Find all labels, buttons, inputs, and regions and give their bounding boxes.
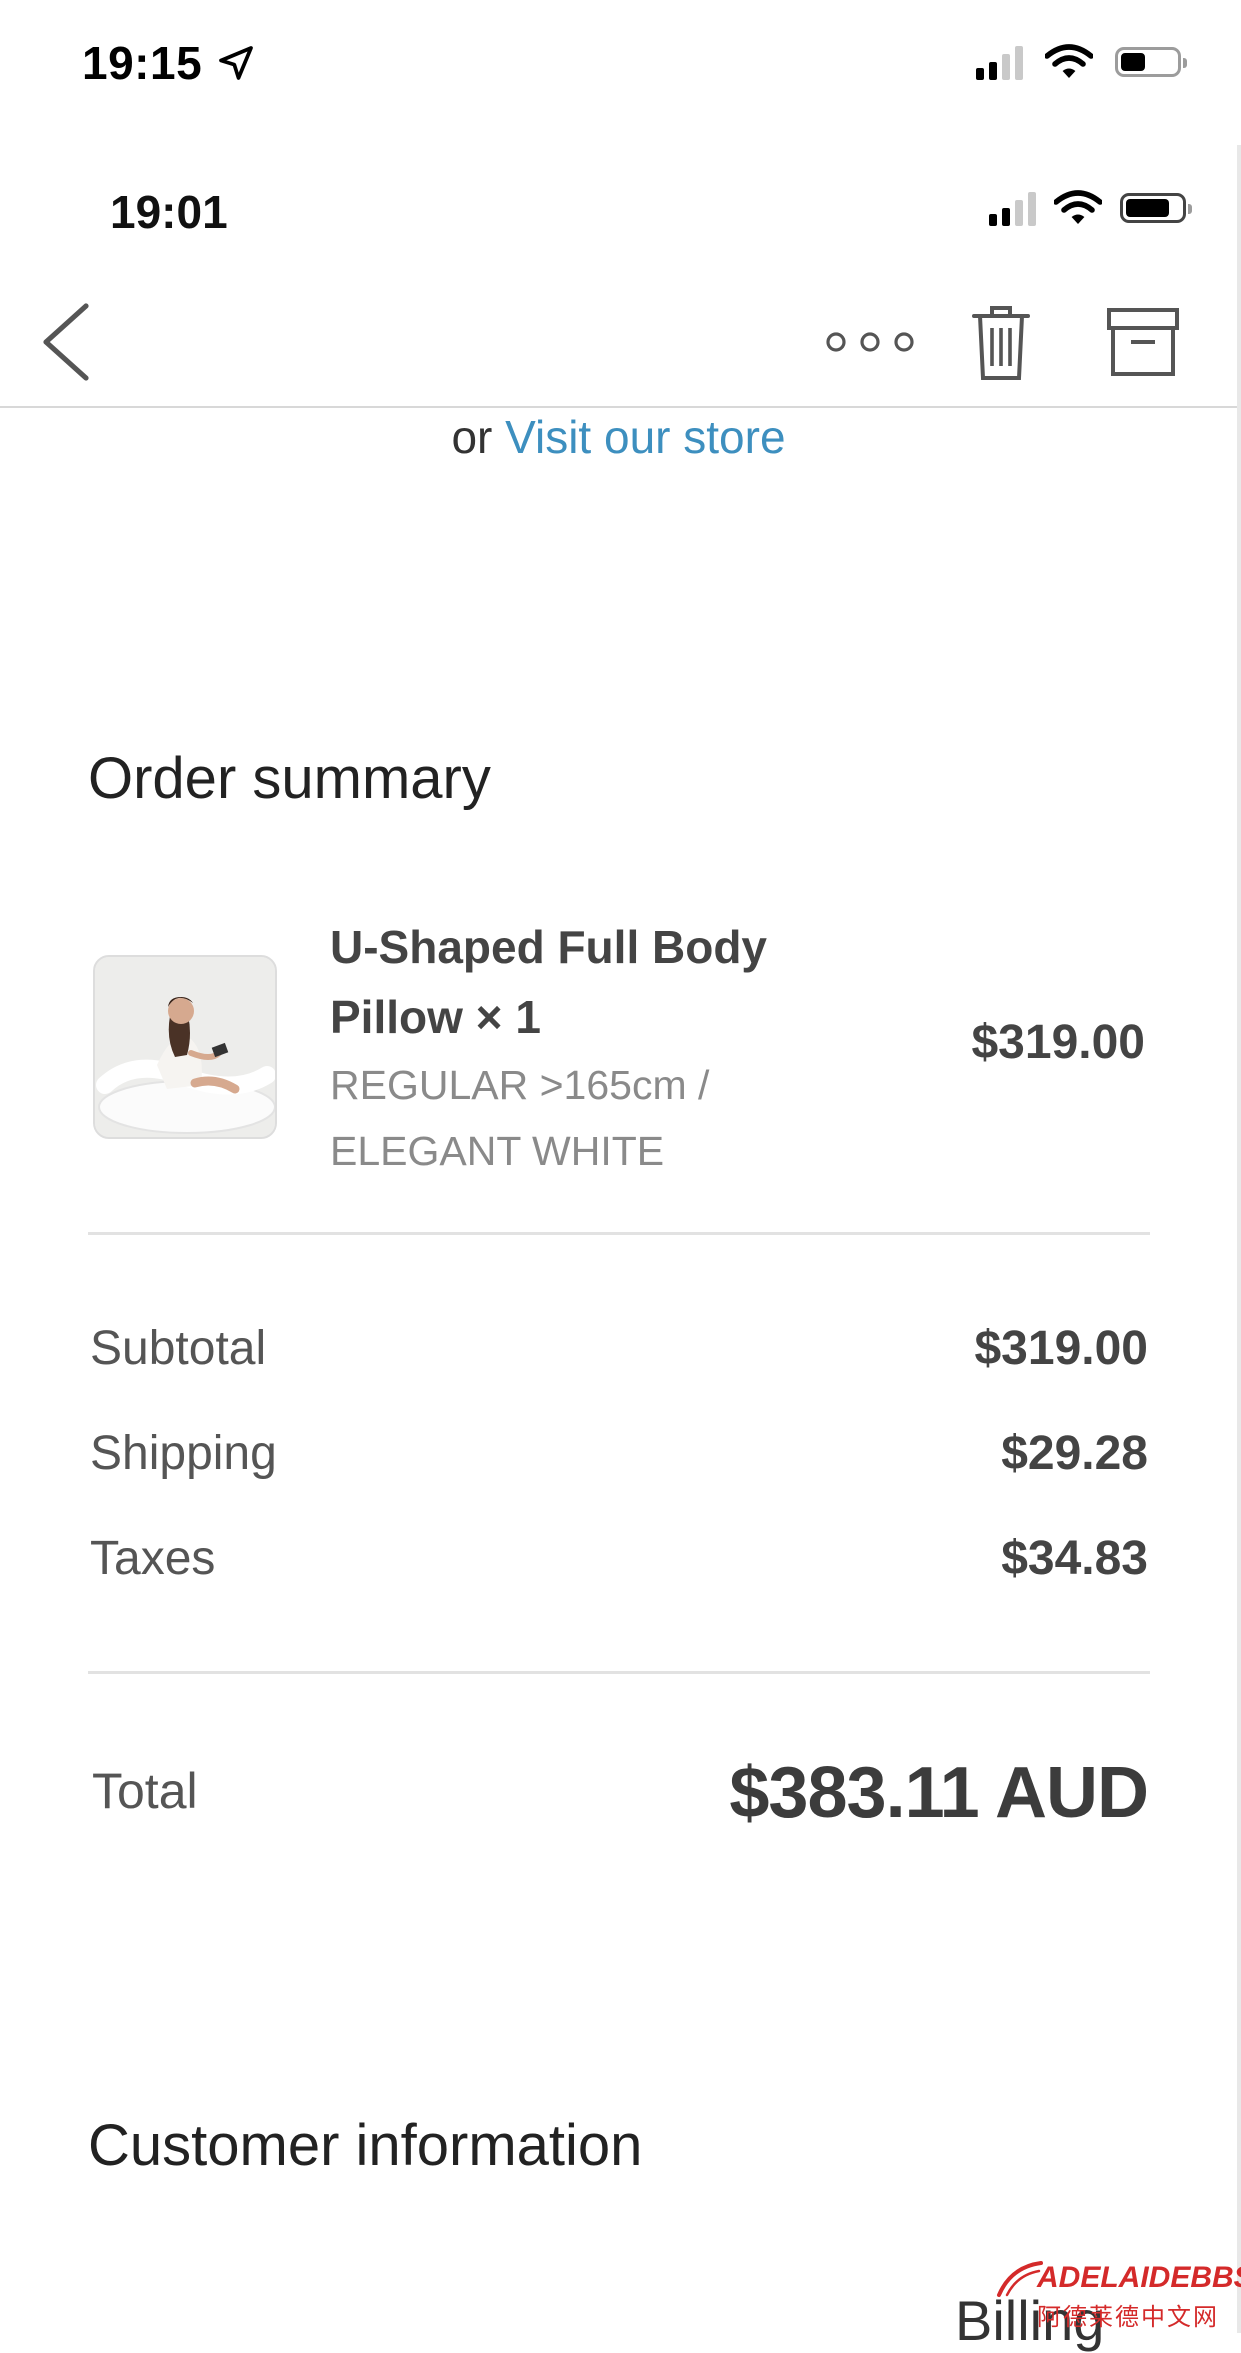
mail-toolbar [0,280,1237,408]
customer-information-heading: Customer information [88,2113,643,2178]
trash-icon[interactable] [970,302,1032,382]
order-summary-heading: Order summary [88,746,491,811]
shipping-value: $29.28 [1001,1427,1148,1480]
inner-wifi-icon [1054,190,1102,224]
product-title: U-Shaped Full Body Pillow × 1 [330,912,890,1052]
product-variant-line1: REGULAR >165cm / [330,1062,710,1108]
divider [88,1671,1150,1674]
inner-status-indicators [989,190,1192,226]
inner-battery-icon [1120,193,1192,223]
product-price: $319.00 [971,1016,1145,1069]
product-title-line1: U-Shaped Full Body [330,921,767,973]
taxes-value: $34.83 [1001,1532,1148,1585]
battery-icon [1115,47,1187,77]
taxes-label: Taxes [90,1532,216,1585]
more-icon[interactable] [820,322,920,362]
visit-store-prefix: or [451,411,493,463]
location-arrow-icon [219,46,253,80]
status-bar-time: 19:15 [82,36,256,90]
total-value: $383.11 AUD [729,1753,1149,1833]
shipping-label: Shipping [90,1427,277,1480]
product-thumbnail [93,955,277,1139]
subtotal-value: $319.00 [974,1322,1148,1375]
signal-icon [976,44,1023,80]
visit-store-line: or Visit our store [0,410,1237,464]
wifi-icon [1045,44,1093,78]
watermark-bottom-text: 阿德莱德中文网 [1037,2304,1219,2331]
visit-store-link[interactable]: Visit our store [505,411,785,463]
product-variant-line2: ELEGANT WHITE [330,1128,665,1174]
status-time-text: 19:15 [82,37,203,89]
archive-icon[interactable] [1105,306,1181,378]
divider [88,1232,1150,1235]
chevron-left-icon[interactable] [34,300,94,384]
subtotal-label: Subtotal [90,1322,267,1375]
watermark-top-text: ADELAIDEBBS [1037,2261,1241,2294]
watermark-logo: ADELAIDEBBS 阿德莱德中文网 [995,2255,1241,2333]
inner-signal-icon [989,190,1036,226]
status-bar-indicators [976,44,1187,80]
total-label: Total [92,1763,198,1819]
inner-status-time: 19:01 [110,186,228,238]
product-variant: REGULAR >165cm / ELEGANT WHITE [330,1052,890,1184]
inner-screenshot-edge [1237,145,1241,2333]
product-title-line2: Pillow × 1 [330,991,541,1043]
